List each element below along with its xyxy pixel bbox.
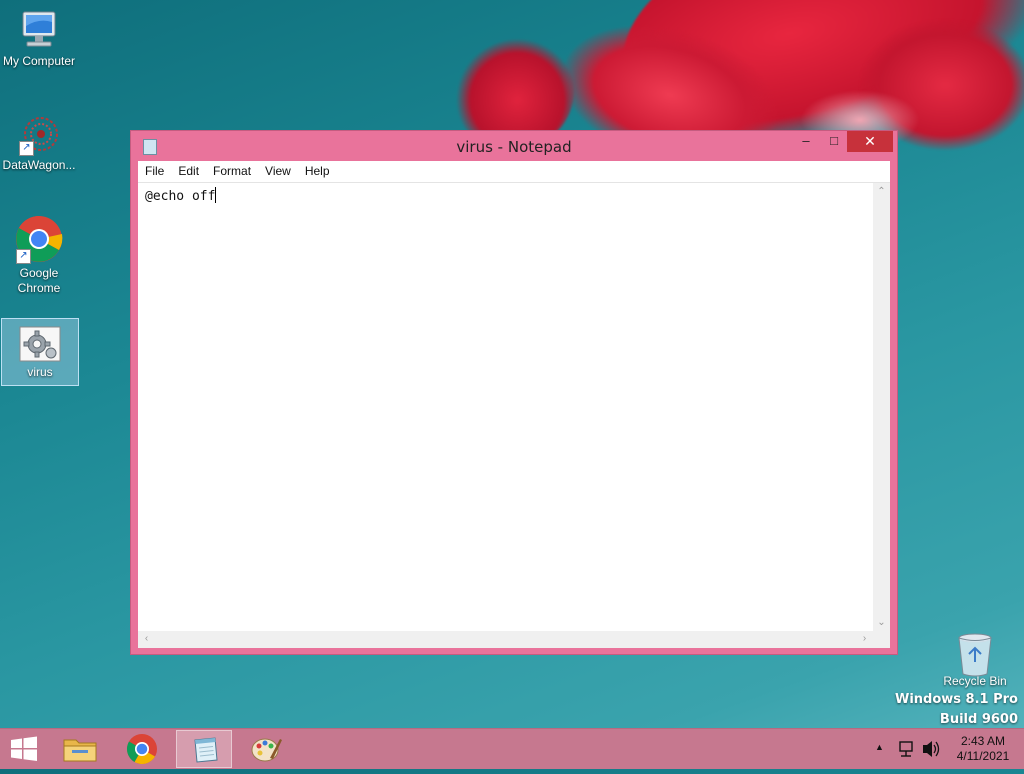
- label-line: Chrome: [17, 281, 61, 295]
- paint-icon: [251, 738, 282, 762]
- scroll-down-icon[interactable]: ⌄: [873, 617, 890, 628]
- maximize-button[interactable]: □: [821, 131, 847, 152]
- menu-help[interactable]: Help: [298, 161, 337, 178]
- desktop-icon-my-computer[interactable]: My Computer: [0, 8, 78, 69]
- menu-file[interactable]: File: [138, 161, 171, 178]
- show-hidden-icons-button[interactable]: ▲: [875, 729, 889, 769]
- shortcut-arrow-icon: ↗: [19, 141, 34, 156]
- desktop-icon-label: Google Chrome: [0, 266, 78, 296]
- desktop-icon-google-chrome[interactable]: ↗ Google Chrome: [0, 214, 78, 296]
- datawagon-icon: ↗: [17, 112, 61, 156]
- file-explorer-icon: [63, 739, 97, 762]
- text-editor[interactable]: @echo off ⌃ ⌄ ‹ ›: [138, 183, 890, 648]
- horizontal-scrollbar[interactable]: ‹ ›: [138, 631, 873, 648]
- taskbar-paint[interactable]: [238, 730, 294, 768]
- menu-edit[interactable]: Edit: [171, 161, 206, 178]
- windows-version-watermark: Windows 8.1 Pro: [895, 692, 1018, 707]
- scroll-right-icon[interactable]: ›: [856, 633, 873, 644]
- desktop-icon-virus[interactable]: virus: [1, 318, 79, 386]
- volume-tray-button[interactable]: [920, 729, 942, 769]
- start-button[interactable]: [0, 730, 48, 768]
- menu-bar: File Edit Format View Help: [138, 161, 890, 183]
- taskbar-file-explorer[interactable]: [52, 730, 108, 768]
- batch-file-gear-icon: [19, 326, 61, 362]
- window-title: virus - Notepad: [456, 138, 572, 156]
- close-button[interactable]: ✕: [847, 131, 893, 152]
- notepad-window[interactable]: virus - Notepad – □ ✕ File Edit Format View…: [130, 130, 898, 655]
- text-caret: [215, 187, 217, 203]
- network-tray-button[interactable]: [896, 729, 918, 769]
- windows-build-watermark: Build 9600: [939, 712, 1018, 727]
- desktop-icon-label: virus: [27, 365, 53, 379]
- shortcut-arrow-icon: ↗: [16, 249, 31, 264]
- taskbar: ▲ 2:43 AM 4/11/2021: [0, 728, 1024, 769]
- editor-content[interactable]: @echo off: [145, 187, 217, 204]
- taskbar-clock[interactable]: 2:43 AM 4/11/2021: [948, 734, 1018, 764]
- clock-time: 2:43 AM: [960, 734, 1006, 748]
- clock-date: 4/11/2021: [956, 749, 1010, 763]
- editor-text: @echo off: [145, 189, 216, 204]
- scroll-left-icon[interactable]: ‹: [138, 633, 155, 644]
- minimize-button[interactable]: –: [793, 131, 819, 152]
- chrome-icon: [126, 734, 157, 765]
- vertical-scrollbar[interactable]: ⌃ ⌄: [873, 183, 890, 631]
- menu-format[interactable]: Format: [206, 161, 258, 178]
- desktop-icon-datawagon[interactable]: ↗ DataWagon...: [0, 112, 78, 173]
- desktop-icon-label: My Computer: [2, 54, 76, 68]
- volume-icon: [923, 741, 940, 757]
- taskbar-chrome[interactable]: [114, 730, 170, 768]
- scroll-up-icon[interactable]: ⌃: [873, 186, 890, 197]
- desktop-icon-recycle-bin[interactable]: Recycle Bin: [936, 630, 1014, 689]
- title-bar[interactable]: virus - Notepad – □ ✕: [131, 131, 897, 161]
- resize-grip-icon[interactable]: [873, 631, 890, 648]
- label-line: Google: [19, 266, 59, 280]
- menu-view[interactable]: View: [258, 161, 298, 178]
- tray-arrow-icon: ▲: [875, 742, 884, 752]
- notepad-icon: [194, 737, 218, 763]
- computer-icon: [22, 11, 56, 47]
- desktop-icon-label: DataWagon...: [2, 158, 76, 172]
- chrome-icon: ↗: [14, 214, 64, 264]
- windows-start-icon: [11, 736, 37, 761]
- recycle-bin-icon: [958, 633, 992, 677]
- taskbar-notepad[interactable]: [176, 730, 232, 768]
- network-icon: [899, 741, 913, 757]
